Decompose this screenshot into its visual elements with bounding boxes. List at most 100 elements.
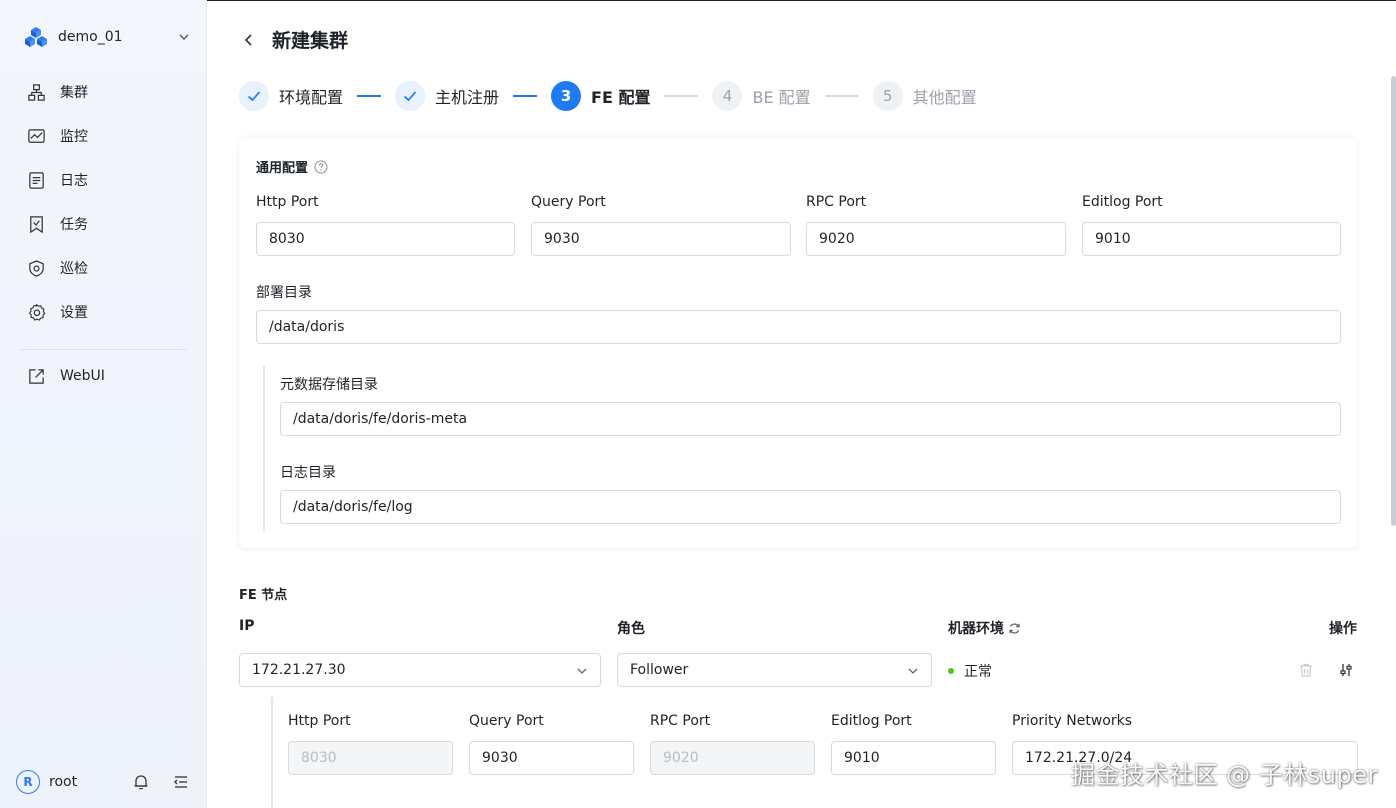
node-query-port-input[interactable]: 9030 [469, 741, 634, 775]
step-connector [824, 95, 859, 97]
adjust-settings-icon[interactable] [1338, 662, 1354, 678]
step-connector [664, 95, 699, 97]
rpc-port-label: RPC Port [806, 194, 867, 210]
workspace-name: demo_01 [58, 29, 123, 45]
page-title: 新建集群 [272, 30, 349, 52]
monitor-icon [28, 128, 45, 143]
step-host-register[interactable]: 主机注册 [395, 81, 499, 111]
column-header-text: IP [239, 618, 255, 634]
check-icon [247, 91, 261, 102]
avatar[interactable]: R [16, 770, 40, 794]
query-port-label: Query Port [531, 194, 606, 210]
section-title: 通用配置 [256, 157, 328, 176]
refresh-icon[interactable] [1008, 622, 1021, 635]
step-label: 环境配置 [279, 88, 344, 107]
step-check-circle [239, 81, 269, 111]
chevron-down-icon [179, 34, 189, 40]
sidebar-item-log[interactable]: 日志 [16, 158, 190, 202]
log-icon [29, 171, 44, 189]
section-title-text: 通用配置 [256, 161, 309, 176]
rpc-port-input[interactable]: 9020 [806, 222, 1066, 256]
step-check-circle [395, 81, 426, 111]
log-dir-input[interactable]: /data/doris/fe/log [280, 490, 1341, 524]
status-dot-icon [948, 668, 954, 674]
deploy-dir-input[interactable]: /data/doris [256, 310, 1341, 344]
task-icon [30, 215, 43, 233]
username[interactable]: root [49, 774, 110, 790]
step-label: FE 配置 [591, 88, 651, 107]
sidebar-item-label: 集群 [60, 85, 88, 101]
sidebar-item-label: 监控 [60, 129, 88, 145]
trash-icon[interactable] [1298, 662, 1314, 678]
subsection-rule [263, 366, 265, 531]
step-number: 5 [872, 81, 903, 111]
ip-select-value: 172.21.27.30 [252, 662, 346, 678]
cubes-logo-icon [25, 27, 47, 47]
sidebar-item-settings[interactable]: 设置 [16, 290, 190, 334]
http-port-label: Http Port [256, 194, 319, 210]
general-config-card: 通用配置 Http Port 8030 Query Port 9030 RPC … [239, 137, 1357, 548]
role-select-value: Follower [630, 662, 689, 678]
main-content: 新建集群 环境配置 主机注册 3 FE 配置 4 BE 配置 5 其他配置 通用… [207, 0, 1396, 808]
bell-icon[interactable] [132, 773, 150, 791]
settings-icon [28, 303, 46, 321]
collapse-menu-icon[interactable] [172, 773, 190, 791]
workspace-selector[interactable]: demo_01 [24, 24, 190, 50]
top-border [207, 0, 1396, 1]
node-editlog-port-label: Editlog Port [831, 713, 912, 729]
check-icon [403, 91, 417, 102]
sidebar-item-inspection[interactable]: 巡检 [16, 246, 190, 290]
step-other-config[interactable]: 5 其他配置 [872, 81, 977, 111]
node-rpc-port-input[interactable]: 9020 [650, 741, 815, 775]
sidebar-nav: 集群 监控 日志 任务 巡检 设置 [16, 70, 190, 334]
query-port-input[interactable]: 9030 [531, 222, 791, 256]
chevron-down-icon [577, 668, 587, 674]
sidebar-item-cluster[interactable]: 集群 [16, 70, 190, 114]
status-text: 正常 [964, 664, 992, 680]
step-connector [357, 95, 382, 97]
fe-nodes-title: FE 节点 [239, 588, 288, 603]
sidebar-item-label: 日志 [60, 173, 88, 189]
meta-dir-input[interactable]: /data/doris/fe/doris-meta [280, 402, 1341, 436]
sidebar-item-label: 巡检 [60, 261, 88, 277]
node-http-port-label: Http Port [288, 713, 351, 729]
step-label: 其他配置 [912, 88, 977, 107]
column-header-role: 角色 [617, 618, 645, 638]
ip-select[interactable]: 172.21.27.30 [239, 653, 601, 687]
node-editlog-port-input[interactable]: 9010 [831, 741, 996, 775]
sidebar-footer: R root [16, 768, 190, 796]
scrollbar[interactable] [1391, 76, 1396, 526]
help-circle-icon[interactable] [314, 160, 328, 174]
stepper: 环境配置 主机注册 3 FE 配置 4 BE 配置 5 其他配置 [239, 80, 977, 112]
column-header-text: 角色 [617, 621, 645, 637]
step-label: 主机注册 [435, 88, 500, 107]
sidebar: demo_01 集群 监控 日志 任务 巡检 设置 WebUI R root [0, 0, 207, 808]
sidebar-item-label: 设置 [60, 305, 88, 321]
step-env-config[interactable]: 环境配置 [239, 81, 343, 111]
sidebar-webui-group: WebUI [16, 354, 190, 398]
editlog-port-label: Editlog Port [1082, 194, 1163, 210]
deploy-dir-label: 部署目录 [256, 285, 312, 301]
column-header-text: 机器环境 [948, 621, 1004, 637]
sidebar-item-webui[interactable]: WebUI [16, 354, 190, 398]
chevron-down-icon [908, 668, 918, 674]
sidebar-item-label: 任务 [60, 217, 88, 233]
back-arrow-icon[interactable] [240, 31, 258, 49]
step-fe-config[interactable]: 3 FE 配置 [551, 81, 650, 111]
sidebar-item-task[interactable]: 任务 [16, 202, 190, 246]
role-select[interactable]: Follower [617, 653, 932, 687]
log-dir-label: 日志目录 [280, 465, 336, 481]
step-number: 4 [712, 81, 743, 111]
node-query-port-label: Query Port [469, 713, 544, 729]
sidebar-item-monitor[interactable]: 监控 [16, 114, 190, 158]
step-be-config[interactable]: 4 BE 配置 [712, 81, 811, 111]
cluster-icon [28, 83, 45, 101]
status-badge: 正常 [948, 661, 992, 681]
inspection-icon [29, 259, 44, 277]
meta-dir-label: 元数据存储目录 [280, 377, 378, 393]
editlog-port-input[interactable]: 9010 [1082, 222, 1341, 256]
node-http-port-input[interactable]: 8030 [288, 741, 453, 775]
http-port-input[interactable]: 8030 [256, 222, 515, 256]
step-label: BE 配置 [752, 88, 811, 107]
node-priority-networks-label: Priority Networks [1012, 713, 1133, 729]
